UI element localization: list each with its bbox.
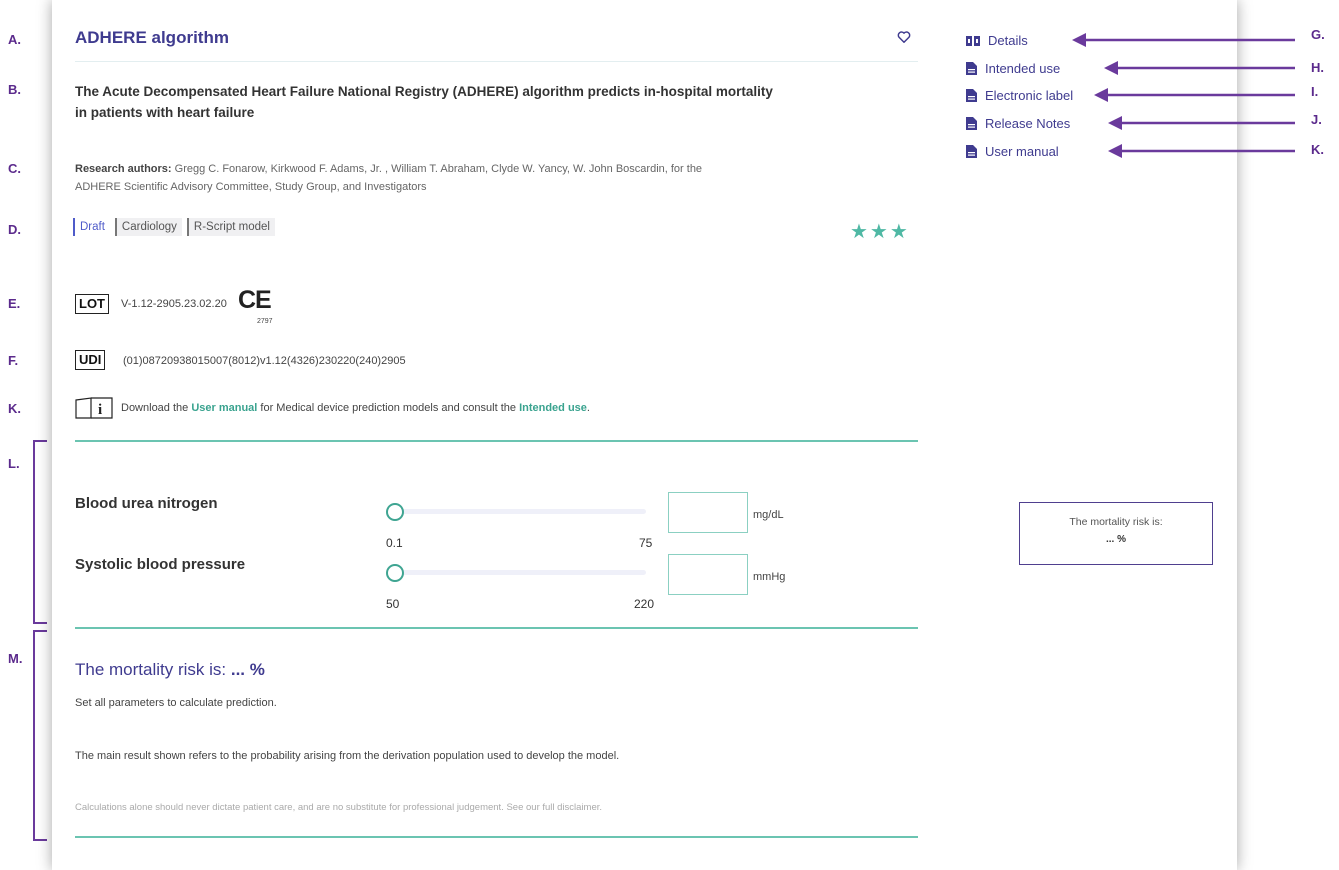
sidebar-link-label: Release Notes [985,116,1071,131]
tag-list: Draft Cardiology R-Script model [73,218,275,236]
download-mid: for Medical device prediction models and… [257,402,520,414]
annotation-letter-m: M. [8,651,23,666]
udi-symbol: UDI [75,350,106,370]
disclaimer-text[interactable]: Calculations alone should never dictate … [75,802,602,813]
result-box-title: The mortality risk is: [1069,516,1163,528]
range-max-sbp: 220 [634,597,655,611]
download-suffix: . [586,402,590,414]
heart-icon[interactable] [897,30,911,44]
range-min-sbp: 50 [386,597,400,611]
range-min-bun: 0.1 [386,536,403,550]
sidebar-link-label: Details [988,33,1028,48]
slider-track-bun[interactable] [394,509,646,514]
risk-heading-label: The mortality risk is: [75,660,231,679]
risk-heading: The mortality risk is: ... % [75,660,265,680]
range-max-bun: 75 [639,536,653,550]
book-icon [966,35,980,46]
annotation-letter-k: K. [8,401,21,416]
unit-sbp: mmHg [753,571,786,583]
slider-track-sbp[interactable] [394,570,646,575]
svg-text:i: i [98,402,102,418]
ce-mark-icon: CE [238,286,272,314]
annotation-letter-g: G. [1311,27,1325,42]
annotation-letter-e: E. [8,296,21,311]
tag-draft: Draft [73,218,110,236]
tag-cardiology: Cardiology [114,218,182,236]
document-icon [966,62,977,75]
param-label-sbp: Systolic blood pressure [75,556,246,573]
risk-heading-value: ... % [230,660,265,679]
sidebar-link-user-manual[interactable]: User manual [966,144,1059,159]
annotation-letter-d: D. [8,222,21,237]
annotation-letter-c: C. [8,161,21,176]
research-authors: Research authors: Gregg C. Fonarow, Kirk… [75,160,725,196]
udi-value: (01)08720938015007(8012)v1.12(4326)23022… [123,355,406,367]
download-note: Download the User manual for Medical dev… [121,402,590,414]
slider-handle-sbp[interactable] [386,564,404,582]
result-note: The main result shown refers to the prob… [75,750,620,762]
annotation-letter-h: H. [1311,60,1324,75]
star-rating: ★★★ [850,221,910,243]
annotation-letter-j: J. [1311,112,1322,127]
tag-r-script: R-Script model [186,218,275,236]
intended-use-link[interactable]: Intended use [519,402,587,414]
annotation-bracket-m [33,630,47,841]
document-icon [966,145,977,158]
section-divider-bottom [75,836,918,838]
sidebar-link-electronic-label[interactable]: Electronic label [966,88,1073,103]
lot-value: V-1.12-2905.23.02.20 [121,298,227,310]
page-title: ADHERE algorithm [75,28,229,47]
annotation-letter-a: A. [8,32,21,47]
annotation-letter-i: I. [1311,84,1319,99]
document-icon [966,117,977,130]
slider-handle-bun[interactable] [386,503,404,521]
param-label-bun: Blood urea nitrogen [75,495,218,512]
annotation-letter-k-right: K. [1311,142,1324,157]
sidebar-link-label: User manual [985,144,1059,159]
sidebar-link-details[interactable]: Details [966,33,1028,48]
instruction-text: Set all parameters to calculate predicti… [75,697,277,709]
annotation-letter-f: F. [8,353,19,368]
title-divider [75,61,918,62]
annotation-arrows [1072,33,1295,158]
sidebar-link-intended-use[interactable]: Intended use [966,61,1060,76]
bun-input[interactable] [668,492,748,533]
annotation-letter-b: B. [8,82,21,97]
authors-label: Research authors: [75,163,172,175]
sidebar-link-release-notes[interactable]: Release Notes [966,116,1070,131]
download-prefix: Download the [121,402,192,414]
model-description: The Acute Decompensated Heart Failure Na… [75,84,773,120]
section-divider-top [75,440,918,442]
result-box-value: ... % [1105,534,1126,545]
annotation-bracket-l [33,440,47,624]
section-divider-middle [75,627,918,629]
sidebar-link-label: Intended use [985,61,1061,76]
lot-symbol: LOT [75,294,109,314]
unit-bun: mg/dL [753,509,784,521]
result-box: The mortality risk is: ... % [1019,502,1213,565]
annotation-letter-l: L. [8,456,20,471]
sbp-input[interactable] [668,554,748,595]
info-book-icon: i [75,397,113,419]
user-manual-link[interactable]: User manual [191,402,257,414]
ce-number: 2797 [257,318,273,325]
document-icon [966,89,977,102]
